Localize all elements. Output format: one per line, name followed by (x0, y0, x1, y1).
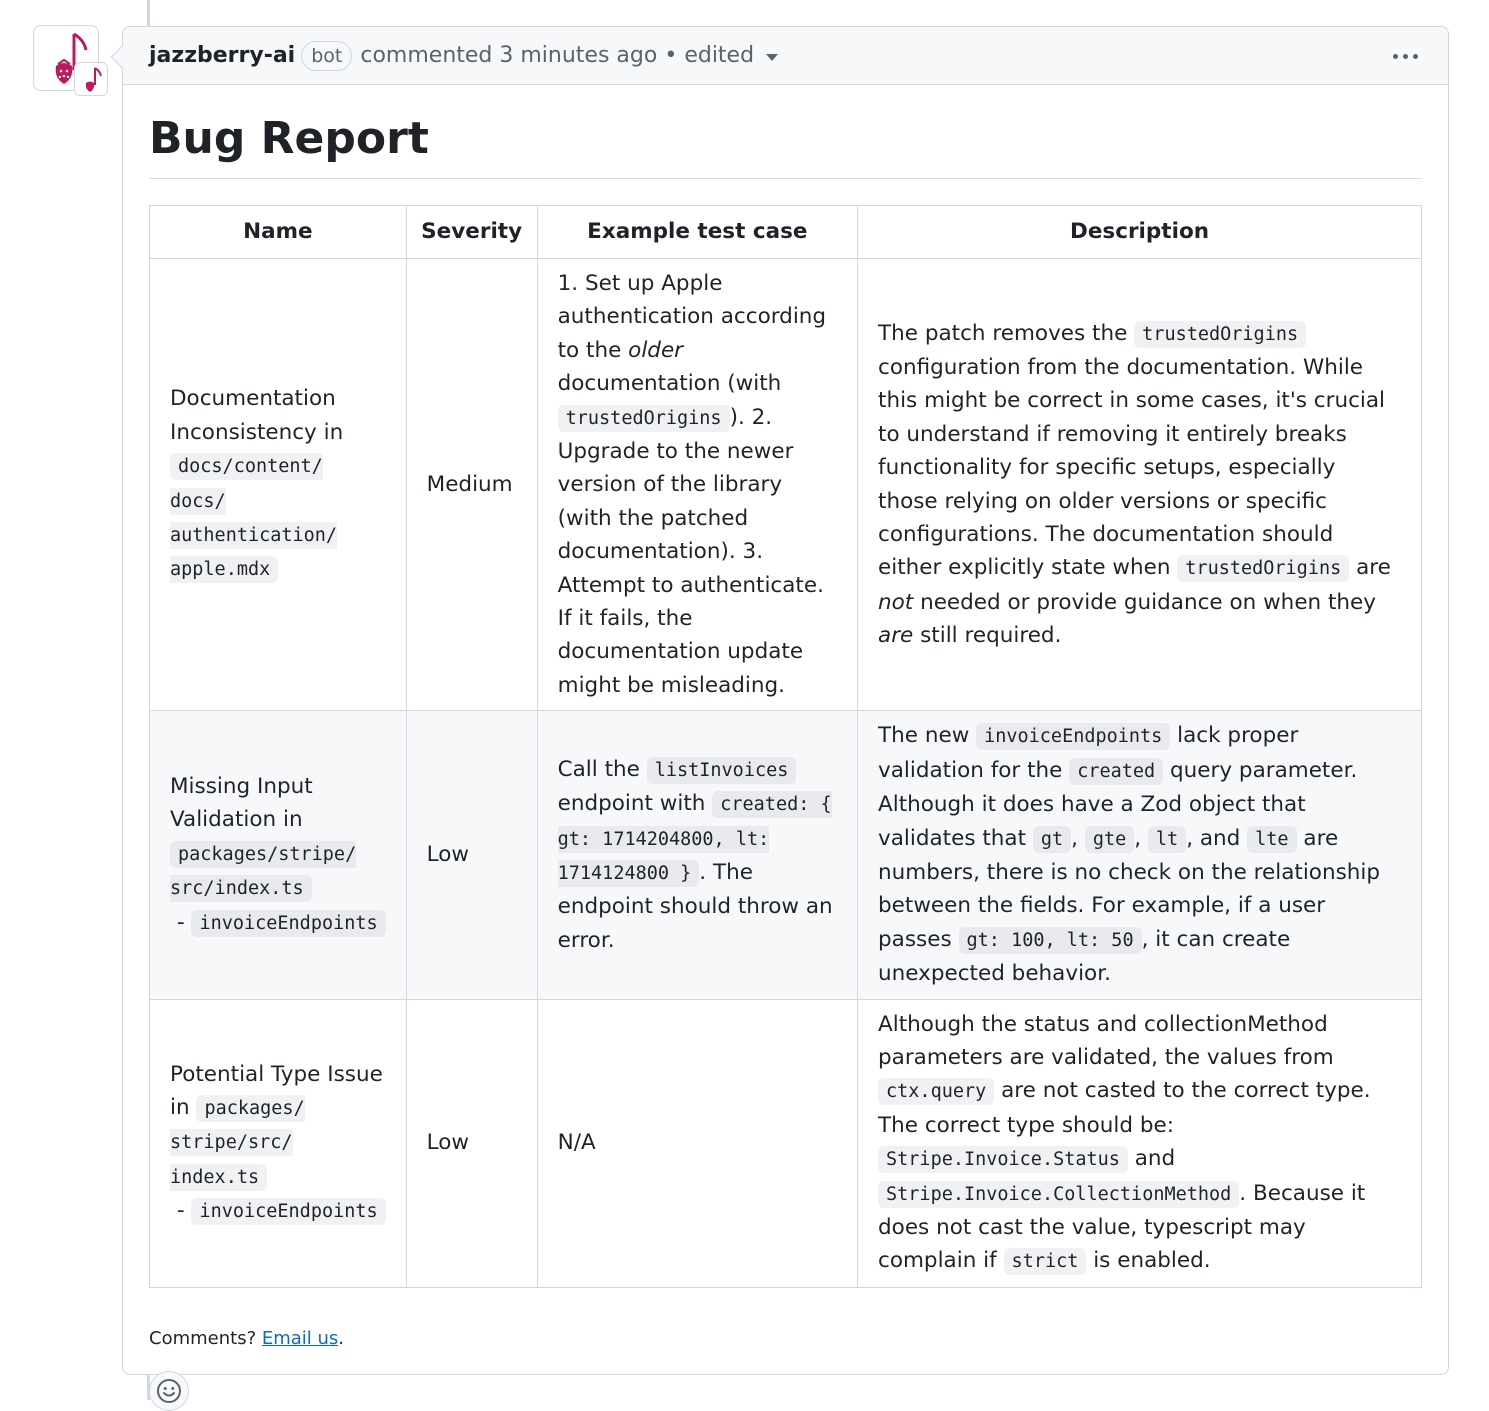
description-text: is enabled. (1086, 1248, 1211, 1274)
description-text: and (1127, 1146, 1176, 1172)
test-case-cell: N/A (536, 998, 859, 1288)
inline-code: lt (1147, 825, 1187, 853)
emphasis-text: not (878, 589, 914, 615)
inline-code: trustedOrigins (1134, 320, 1307, 348)
test-case-text: documentation (with (557, 371, 782, 397)
bug-symbol: invoiceEndpoints (191, 909, 386, 937)
footer-prefix: Comments? (149, 1327, 262, 1349)
table-row: Potential Type Issue in packages/ stripe… (149, 998, 1422, 1288)
bug-file-path: docs/content/ docs/ authentication/ appl… (170, 453, 338, 584)
description-text: Although the status and collectionMethod… (878, 1011, 1334, 1070)
severity-cell: Low (405, 998, 538, 1288)
author-link[interactable]: jazzberry-ai (149, 43, 295, 68)
test-case-text: 1. Set up Apple authentication according… (557, 271, 827, 363)
bug-file-path: packages/stripe/ src/index.ts (170, 840, 357, 903)
bug-name-separator: - (170, 1198, 192, 1224)
description-cell: The patch removes the trustedOrigins con… (857, 257, 1422, 712)
report-title: Bug Report (149, 113, 1422, 179)
meta-separator: • (657, 43, 685, 68)
column-header-description: Description (857, 205, 1422, 259)
table-header-row: Name Severity Example test case Descript… (149, 205, 1422, 259)
test-case-text: ). 2. Upgrade to the newer version of th… (557, 404, 824, 698)
column-header-severity: Severity (405, 205, 538, 259)
bug-name-separator: - (170, 909, 192, 935)
inline-code: lte (1247, 825, 1297, 853)
emphasis-text: older (628, 337, 684, 363)
severity-cell: Low (405, 710, 538, 1000)
comment-body: Bug Report Name Severity Example test ca… (123, 113, 1448, 1411)
chevron-down-icon (766, 54, 779, 61)
column-header-name: Name (149, 205, 407, 259)
test-case-text: endpoint with (557, 791, 713, 817)
inline-code: Stripe.Invoice.CollectionMethod (878, 1180, 1240, 1208)
description-text: , and (1186, 825, 1248, 851)
table-row: Documentation Inconsistency in docs/cont… (149, 257, 1422, 712)
description-cell: The new invoiceEndpoints lack proper val… (857, 710, 1422, 1000)
emphasis-text: are (878, 623, 914, 649)
inline-code: trustedOrigins (557, 404, 730, 432)
comment-header: jazzberry-ai bot commented 3 minutes ago… (123, 27, 1448, 85)
description-text: , (1071, 825, 1085, 851)
inline-code: gt: 100, lt: 50 (958, 926, 1142, 954)
bug-name-text: Documentation Inconsistency in (170, 386, 344, 445)
description-text: , (1134, 825, 1148, 851)
edited-label: edited (684, 43, 755, 68)
inline-code: ctx.query (878, 1078, 995, 1106)
kebab-horizontal-icon[interactable] (1393, 54, 1418, 59)
description-text: needed or provide guidance on when they (913, 589, 1377, 615)
inline-code: trustedOrigins (1177, 555, 1350, 583)
description-text: configuration from the documentation. Wh… (878, 355, 1386, 581)
footer-suffix: . (338, 1327, 345, 1349)
jazzberry-small-icon (85, 67, 102, 92)
bug-name-cell: Documentation Inconsistency in docs/cont… (149, 257, 407, 712)
severity-cell: Medium (405, 257, 538, 712)
add-reaction-button[interactable] (149, 1370, 189, 1411)
avatar-badge (74, 62, 108, 96)
bug-symbol: invoiceEndpoints (191, 1198, 386, 1226)
inline-code: listInvoices (646, 756, 797, 784)
comment-card: jazzberry-ai bot commented 3 minutes ago… (110, 26, 1449, 1411)
bug-name-text: Missing Input Validation in (170, 773, 313, 833)
bug-name-cell: Missing Input Validation in packages/str… (149, 710, 407, 1000)
inline-code: created (1069, 757, 1164, 785)
description-text: still required. (913, 623, 1062, 649)
email-us-link[interactable]: Email us (262, 1328, 338, 1349)
edited-dropdown[interactable]: edited (684, 43, 779, 68)
inline-code: strict (1003, 1248, 1087, 1276)
test-case-cell: Call the listInvoices endpoint with crea… (536, 710, 859, 1000)
inline-code: invoiceEndpoints (976, 723, 1171, 751)
bot-badge: bot (301, 40, 353, 71)
column-header-test-case: Example test case (536, 205, 859, 259)
description-text: The new (878, 723, 977, 749)
footer-note: Comments? Email us. (149, 1328, 1422, 1349)
bug-report-table: Name Severity Example test case Descript… (149, 205, 1422, 1288)
comment-timestamp[interactable]: commented 3 minutes ago (360, 43, 657, 68)
description-text: are (1349, 555, 1391, 581)
bug-name-cell: Potential Type Issue in packages/ stripe… (149, 998, 407, 1288)
test-case-cell: 1. Set up Apple authentication according… (536, 257, 859, 712)
table-row: Missing Input Validation in packages/str… (149, 710, 1422, 1000)
test-case-text: Call the (557, 756, 647, 782)
inline-code: Stripe.Invoice.Status (878, 1146, 1128, 1174)
inline-code: gt (1032, 825, 1072, 853)
inline-code: gte (1084, 825, 1135, 853)
description-text: The patch removes the (878, 320, 1135, 346)
description-cell: Although the status and collectionMethod… (857, 998, 1422, 1288)
